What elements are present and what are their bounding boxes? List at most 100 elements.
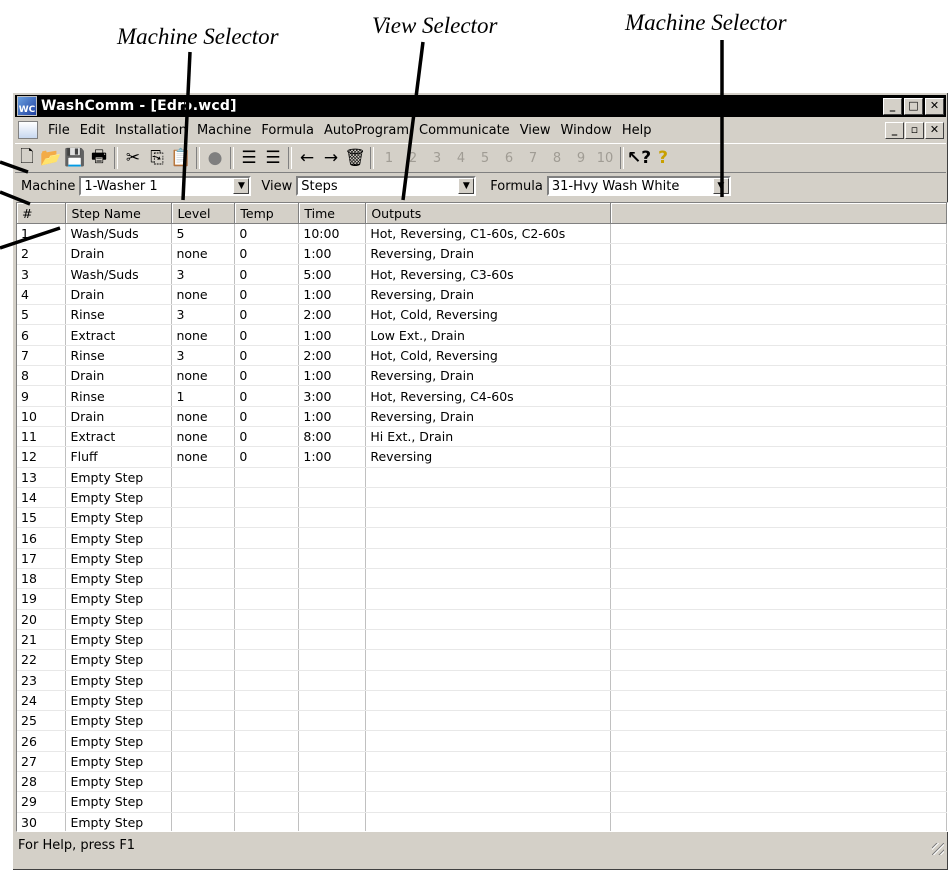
chevron-down-icon[interactable]: ▼ — [458, 178, 475, 194]
table-row[interactable]: 27 Empty Step — [17, 751, 947, 773]
cell-outputs[interactable] — [365, 609, 612, 630]
resize-grip[interactable] — [932, 843, 944, 855]
cell-step-name[interactable]: Rinse — [65, 304, 173, 326]
cell-outputs[interactable]: Reversing, Drain — [365, 406, 612, 427]
cell-step-name[interactable]: Fluff — [65, 446, 173, 468]
step-5-icon[interactable]: 5 — [473, 146, 497, 170]
table-row[interactable]: 9 Rinse 1 0 3:00 Hot, Reversing, C4-60s — [17, 385, 947, 407]
menu-communicate[interactable]: Communicate — [415, 123, 516, 138]
cell-temp[interactable] — [234, 548, 300, 570]
column-header-time[interactable]: Time — [298, 203, 367, 224]
menu-autoprogram[interactable]: AutoProgram — [320, 123, 415, 138]
cell-step-name[interactable]: Empty Step — [65, 670, 173, 691]
cell-level[interactable] — [171, 487, 236, 509]
cell-step-name[interactable]: Empty Step — [65, 609, 173, 630]
table-row[interactable]: 20 Empty Step — [17, 609, 947, 630]
cell-level[interactable] — [171, 751, 236, 773]
menu-installation[interactable]: Installation — [111, 123, 193, 138]
cell-step-name[interactable]: Wash/Suds — [65, 223, 173, 245]
cell-temp[interactable]: 0 — [234, 223, 300, 245]
step-10-icon[interactable]: 10 — [593, 146, 617, 170]
cell-temp[interactable]: 0 — [234, 385, 300, 407]
forward-icon[interactable]: → — [319, 146, 343, 170]
cell-number[interactable]: 11 — [17, 426, 67, 448]
cell-step-name[interactable]: Empty Step — [65, 487, 173, 509]
table-row[interactable]: 23 Empty Step — [17, 670, 947, 691]
step-3-icon[interactable]: 3 — [425, 146, 449, 170]
cell-temp[interactable]: 0 — [234, 345, 300, 367]
cell-step-name[interactable]: Empty Step — [65, 467, 173, 488]
column-header-temp[interactable]: Temp — [234, 203, 300, 224]
cell-step-name[interactable]: Extract — [65, 426, 173, 448]
cell-number[interactable]: 29 — [17, 791, 67, 813]
cell-number[interactable]: 14 — [17, 487, 67, 509]
cell-outputs[interactable] — [365, 588, 612, 610]
cell-level[interactable] — [171, 609, 236, 630]
cell-outputs[interactable] — [365, 751, 612, 773]
cell-number[interactable]: 22 — [17, 649, 67, 671]
cell-outputs[interactable]: Reversing, Drain — [365, 243, 612, 265]
cell-time[interactable] — [298, 507, 367, 529]
step-1-icon[interactable]: 1 — [377, 146, 401, 170]
cell-number[interactable]: 5 — [17, 304, 67, 326]
table-row[interactable]: 12 Fluff none 0 1:00 Reversing — [17, 446, 947, 468]
back-icon[interactable]: ← — [295, 146, 319, 170]
cell-step-name[interactable]: Empty Step — [65, 527, 173, 549]
step-4-icon[interactable]: 4 — [449, 146, 473, 170]
cell-number[interactable]: 4 — [17, 284, 67, 306]
context-help-icon[interactable]: ↖? — [627, 146, 651, 170]
cell-outputs[interactable]: Reversing, Drain — [365, 284, 612, 306]
cell-time[interactable]: 1:00 — [298, 324, 367, 346]
cell-temp[interactable] — [234, 690, 300, 712]
cell-step-name[interactable]: Wash/Suds — [65, 264, 173, 285]
cell-level[interactable]: 3 — [171, 304, 236, 326]
cell-temp[interactable]: 0 — [234, 304, 300, 326]
cell-outputs[interactable] — [365, 730, 612, 752]
cell-number[interactable]: 25 — [17, 710, 67, 732]
cell-time[interactable] — [298, 649, 367, 671]
cell-temp[interactable] — [234, 588, 300, 610]
cell-level[interactable]: none — [171, 324, 236, 346]
cell-level[interactable]: none — [171, 406, 236, 427]
view-select[interactable]: Steps ▼ — [296, 176, 477, 196]
cell-temp[interactable] — [234, 487, 300, 509]
menu-edit[interactable]: Edit — [76, 123, 111, 138]
cell-level[interactable]: 1 — [171, 385, 236, 407]
cell-time[interactable] — [298, 812, 367, 831]
cell-number[interactable]: 7 — [17, 345, 67, 367]
cell-time[interactable] — [298, 710, 367, 732]
cell-level[interactable] — [171, 690, 236, 712]
table-row[interactable]: 17 Empty Step — [17, 548, 947, 570]
title-bar[interactable]: WC WashComm - [Edrɔ.wcd] _ □ ✕ — [15, 95, 946, 117]
cell-level[interactable] — [171, 507, 236, 529]
cell-outputs[interactable] — [365, 649, 612, 671]
cell-time[interactable]: 8:00 — [298, 426, 367, 448]
doc-minimize-button[interactable]: _ — [885, 122, 904, 139]
cell-temp[interactable]: 0 — [234, 324, 300, 346]
cell-number[interactable]: 16 — [17, 527, 67, 549]
cell-level[interactable] — [171, 670, 236, 691]
stop-icon[interactable]: ● — [203, 146, 227, 170]
cell-time[interactable] — [298, 548, 367, 570]
cell-number[interactable]: 20 — [17, 609, 67, 630]
cell-number[interactable]: 10 — [17, 406, 67, 427]
table-row[interactable]: 21 Empty Step — [17, 629, 947, 651]
indent-icon[interactable]: ☰ — [237, 146, 261, 170]
new-icon[interactable]: 🗋 — [15, 146, 39, 170]
cell-temp[interactable] — [234, 609, 300, 630]
cell-outputs[interactable] — [365, 710, 612, 732]
cell-level[interactable]: none — [171, 243, 236, 265]
cell-temp[interactable] — [234, 751, 300, 773]
cell-outputs[interactable] — [365, 670, 612, 691]
cell-number[interactable]: 28 — [17, 771, 67, 793]
cell-outputs[interactable] — [365, 467, 612, 488]
cut-icon[interactable]: ✂ — [121, 146, 145, 170]
cell-temp[interactable]: 0 — [234, 365, 300, 387]
cell-temp[interactable]: 0 — [234, 426, 300, 448]
step-9-icon[interactable]: 9 — [569, 146, 593, 170]
cell-outputs[interactable] — [365, 568, 612, 590]
cell-time[interactable] — [298, 527, 367, 549]
cell-temp[interactable] — [234, 568, 300, 590]
cell-level[interactable] — [171, 527, 236, 549]
cell-level[interactable] — [171, 730, 236, 752]
